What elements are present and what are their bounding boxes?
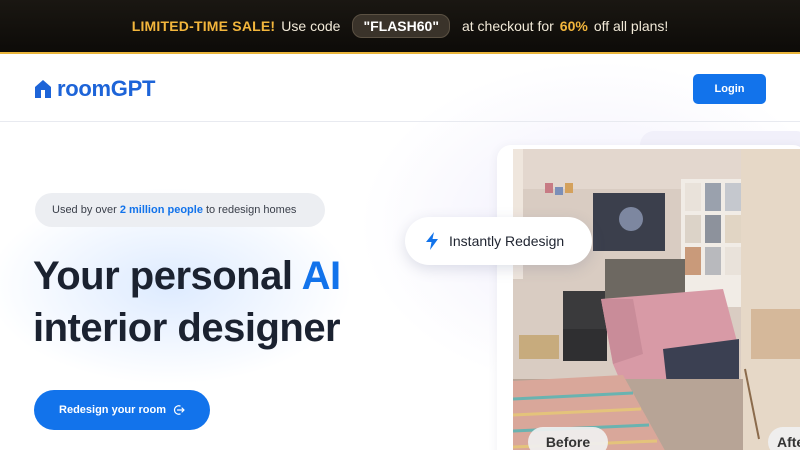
headline-part2: interior designer bbox=[33, 306, 341, 350]
header-divider bbox=[0, 121, 800, 122]
promo-code-badge: "FLASH60" bbox=[352, 14, 450, 38]
logo-text: roomGPT bbox=[57, 76, 156, 101]
promo-text-end: off all plans! bbox=[593, 18, 669, 34]
usedby-suffix: to redesign homes bbox=[205, 204, 297, 216]
headline-part1: Your personal bbox=[33, 254, 293, 298]
redesign-room-button[interactable]: Redesign your room bbox=[34, 390, 210, 430]
before-label: Before bbox=[528, 427, 608, 450]
instantly-redesign-chip: Instantly Redesign bbox=[405, 217, 592, 265]
arrow-right-circle-icon bbox=[173, 405, 185, 415]
social-proof-pill: Used by over 2 million people to redesig… bbox=[35, 193, 325, 227]
promo-text-after-code: at checkout for bbox=[461, 18, 554, 34]
logo[interactable]: roomGPT bbox=[33, 76, 155, 102]
hero-headline: Your personal AI interior designer bbox=[33, 250, 453, 354]
promo-banner: LIMITED-TIME SALE! Use code "FLASH60" at… bbox=[0, 0, 800, 54]
promo-percent: 60% bbox=[559, 18, 588, 34]
promo-text-before-code: Use code bbox=[281, 18, 341, 34]
chip-label: Instantly Redesign bbox=[449, 233, 565, 249]
lightning-bolt-icon bbox=[426, 232, 438, 250]
before-after-preview[interactable] bbox=[497, 145, 800, 450]
room-photo bbox=[513, 149, 800, 450]
house-icon bbox=[35, 80, 51, 98]
after-label: After bbox=[768, 427, 800, 450]
login-button[interactable]: Login bbox=[693, 74, 766, 104]
usedby-prefix: Used by over bbox=[52, 204, 117, 216]
cta-label: Redesign your room bbox=[59, 404, 166, 416]
usedby-highlight: 2 million people bbox=[119, 204, 203, 216]
headline-ai: AI bbox=[301, 254, 342, 298]
promo-sale-label: LIMITED-TIME SALE! bbox=[131, 18, 276, 34]
